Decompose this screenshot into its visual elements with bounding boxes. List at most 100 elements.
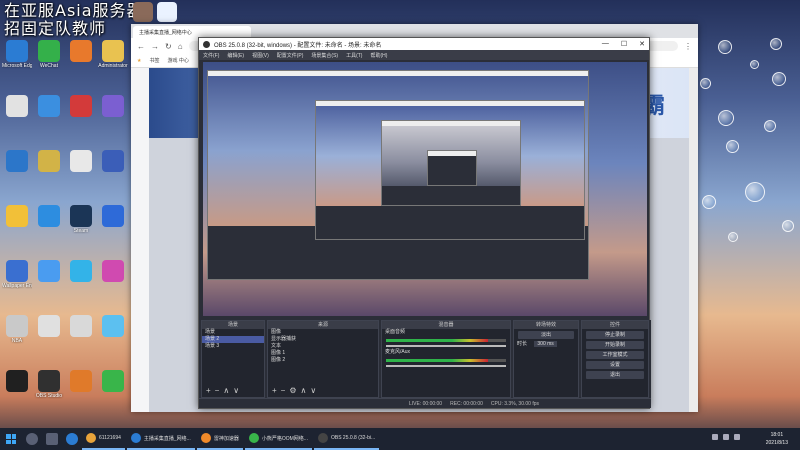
bubble-decoration [750, 60, 759, 69]
source-item[interactable]: 图像 2 [268, 357, 378, 364]
desktop-icon[interactable] [98, 150, 128, 173]
home-icon[interactable]: ⌂ [178, 42, 183, 51]
desktop-icon[interactable]: OBS Studio [34, 370, 64, 399]
desktop-icon[interactable] [98, 370, 128, 393]
close-icon[interactable]: ✕ [639, 40, 645, 48]
bookmark-item[interactable]: 书签 [149, 57, 159, 64]
volume-slider[interactable] [386, 365, 506, 367]
studio-mode-button[interactable]: 工作室模式 [586, 351, 644, 359]
desktop-icon[interactable] [98, 205, 128, 228]
desktop-icon[interactable] [66, 370, 96, 393]
taskbar-task[interactable]: 61121694 [82, 428, 125, 450]
taskbar-task[interactable]: OBS 25.0.8 (32-bi... [313, 428, 380, 450]
cloud-app-icon[interactable] [157, 2, 177, 22]
volume-slider[interactable] [386, 345, 506, 347]
forward-icon[interactable]: → [151, 42, 159, 51]
desktop-icon[interactable] [98, 95, 128, 118]
desktop-icon-label: NBA [11, 338, 23, 344]
app-icon [70, 370, 92, 392]
ime-icon[interactable] [734, 434, 740, 440]
volume-icon[interactable] [723, 434, 729, 440]
obs-preview-canvas[interactable] [203, 62, 647, 316]
desktop-icon[interactable] [34, 205, 64, 228]
start-button[interactable] [0, 428, 22, 450]
desktop-icon[interactable] [2, 95, 32, 118]
page-scrollbar[interactable] [689, 68, 698, 412]
scene-item[interactable]: 场景 2 [202, 336, 264, 343]
desktop-icon[interactable] [34, 95, 64, 118]
star-icon[interactable]: ★ [137, 58, 141, 64]
bubble-decoration [702, 195, 716, 209]
desktop-icon[interactable] [34, 150, 64, 173]
minimize-icon[interactable]: — [602, 40, 609, 48]
clock-time: 18:01 [770, 432, 784, 438]
task-view-icon[interactable] [42, 428, 62, 450]
desktop-icon[interactable] [2, 150, 32, 173]
reload-icon[interactable]: ↻ [165, 42, 172, 51]
source-label: 文本 [271, 343, 282, 349]
network-icon[interactable] [712, 434, 718, 440]
taskbar-task[interactable]: 小熊严格OOM网络... [244, 428, 312, 450]
extensions-icon[interactable]: ⋮ [684, 42, 692, 51]
volume-meter [386, 359, 506, 362]
desktop-icon[interactable]: NBA [2, 315, 32, 344]
source-label: 图像 1 [271, 350, 286, 356]
maximize-icon[interactable]: ☐ [621, 40, 627, 48]
source-label: 图像 [271, 329, 282, 335]
source-item[interactable]: 图像 [268, 329, 378, 336]
search-icon[interactable] [22, 428, 42, 450]
source-item[interactable]: 图像 1 [268, 350, 378, 357]
transitions-header: 转场特效 [514, 321, 578, 329]
duration-input[interactable]: 300 ms [534, 341, 557, 347]
obs-menu-item[interactable]: 配置文件(P) [277, 52, 304, 59]
obs-menu-item[interactable]: 视图(V) [252, 52, 269, 59]
obs-menu-item[interactable]: 帮助(H) [370, 52, 387, 59]
source-item[interactable]: 文本 [268, 343, 378, 350]
bubble-decoration [770, 38, 782, 50]
desktop-icon[interactable] [66, 150, 96, 173]
desktop-icon[interactable] [66, 95, 96, 118]
source-controls[interactable]: +−⚙∧∨ [272, 386, 320, 395]
desktop-icon[interactable] [98, 260, 128, 283]
desktop-icon[interactable] [2, 205, 32, 228]
obs-menu-item[interactable]: 编辑(E) [227, 52, 244, 59]
desktop-icon[interactable]: Microsoft Edge [2, 40, 32, 69]
scene-item[interactable]: 场景 [202, 329, 264, 336]
taskbar-task[interactable]: 主播采集直播_网络... [126, 428, 195, 450]
source-label: 显示器捕获 [271, 336, 297, 342]
settings-button[interactable]: 设置 [586, 361, 644, 369]
exit-button[interactable]: 退出 [586, 371, 644, 379]
desktop-icon[interactable]: Administrator [98, 40, 128, 69]
desktop-icon[interactable] [2, 370, 32, 393]
desktop-icon[interactable] [34, 260, 64, 283]
scene-controls[interactable]: +−∧∨ [206, 386, 243, 395]
back-icon[interactable]: ← [137, 42, 145, 51]
start-recording-button[interactable]: 开始录制 [586, 341, 644, 349]
task-label: 小熊严格OOM网络... [261, 435, 308, 442]
source-item[interactable]: 显示器捕获 [268, 336, 378, 343]
desktop-icon[interactable] [66, 260, 96, 283]
transition-select[interactable]: 淡出 [518, 331, 574, 339]
desktop-icon[interactable] [34, 315, 64, 338]
edge-pinned-icon[interactable] [62, 428, 82, 450]
desktop-icon[interactable]: Wallpaper Engine [2, 260, 32, 289]
obs-menu-item[interactable]: 场景集合(S) [311, 52, 338, 59]
app-icon [70, 150, 92, 172]
clock[interactable]: 18:01 2021/8/13 [766, 431, 788, 447]
scene-item[interactable]: 场景 3 [202, 343, 264, 350]
bubble-decoration [764, 120, 776, 132]
desktop-icon[interactable]: WeChat [34, 40, 64, 69]
taskbar-task[interactable]: 雷神加速器 [196, 428, 243, 450]
browser-tab-strip: 主播采集直播_网络中心 [131, 24, 698, 38]
stop-recording-button[interactable]: 停止录制 [586, 331, 644, 339]
desktop-icon[interactable] [66, 315, 96, 338]
bookmark-item[interactable]: 游戏 中心 [168, 57, 189, 64]
obs-menu-item[interactable]: 工具(T) [346, 52, 362, 59]
user-avatar-icon[interactable] [133, 2, 153, 22]
desktop-icon[interactable]: Steam [66, 205, 96, 234]
desktop-icon[interactable] [66, 40, 96, 63]
desktop-icon[interactable] [98, 315, 128, 338]
obs-menu-item[interactable]: 文件(F) [203, 52, 219, 59]
desktop-icon-label: Wallpaper Engine [2, 283, 32, 289]
mixer-channel-label: 桌面音频 [385, 329, 406, 335]
